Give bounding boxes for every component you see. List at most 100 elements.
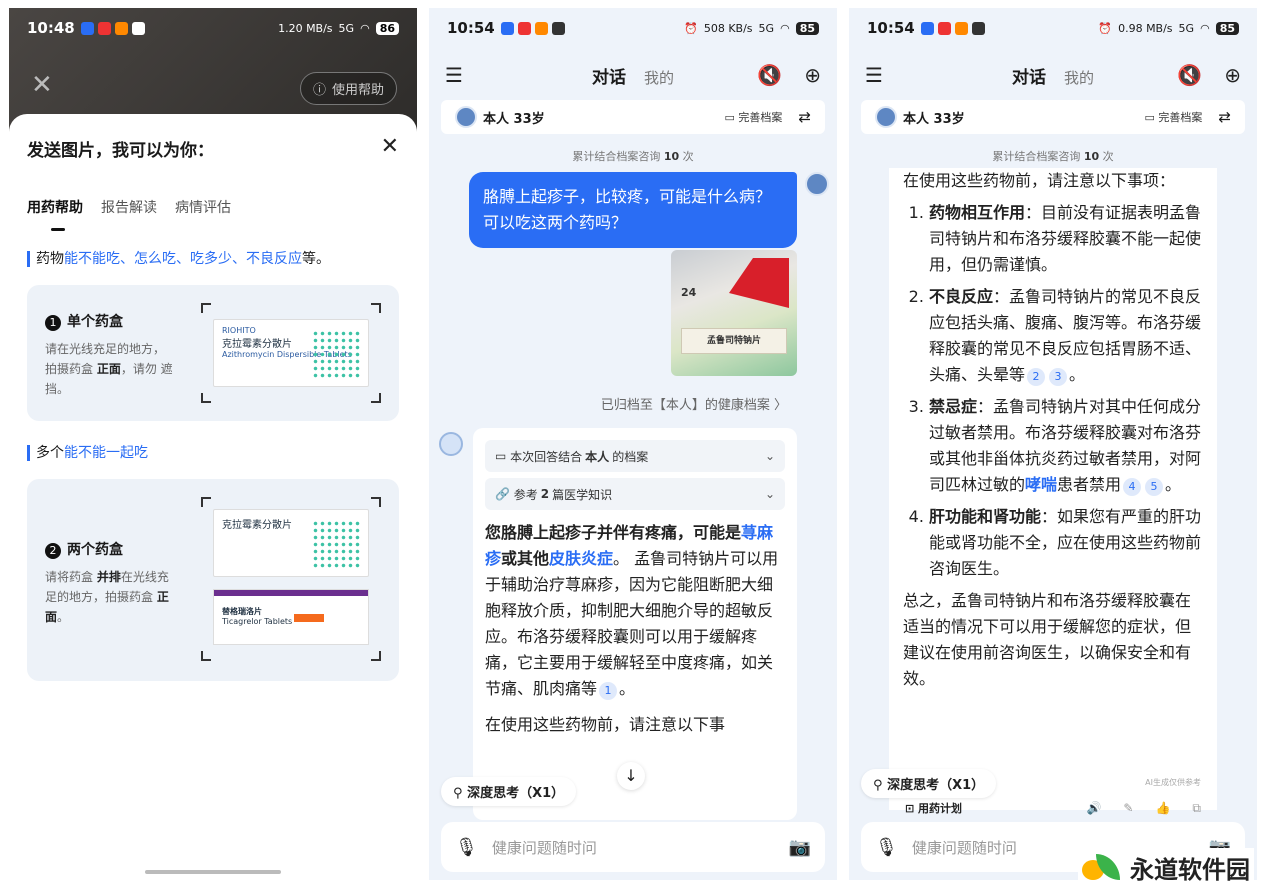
- user-avatar: [805, 172, 829, 196]
- tab-condition[interactable]: 病情评估: [175, 197, 231, 217]
- complete-profile-button[interactable]: ▭ 完善档案: [725, 109, 783, 125]
- scroll-down-button[interactable]: ↓: [617, 762, 645, 790]
- citation[interactable]: 5: [1145, 478, 1164, 496]
- edit-icon[interactable]: ✎: [1123, 801, 1133, 816]
- list-item: 药物相互作用：目前没有证据表明孟鲁司特钠片和布洛芬缓释胶囊不能一起使用，但仍需谨…: [929, 200, 1203, 278]
- answer-text: 您胳膊上起疹子并伴有疼痛，可能是荨麻疹或其他皮肤炎症。 孟鲁司特钠片可以用于辅助…: [485, 523, 779, 700]
- chevron-down-icon: ⌄: [764, 487, 775, 501]
- wifi-icon: ◠: [360, 21, 370, 35]
- status-bar: 10:48 1.20 MB/s 5G ◠ 86: [9, 8, 417, 48]
- scan-frame: RIOHITO 克拉霉素分散片 Azithromycin Dispersible…: [201, 303, 381, 403]
- answer-lead: 在使用这些药物前，请注意以下事项：: [903, 171, 1176, 190]
- precaution-list: 药物相互作用：目前没有证据表明孟鲁司特钠片和布洛芬缓释胶囊不能一起使用，但仍需谨…: [903, 200, 1203, 582]
- tab-chat[interactable]: 对话: [1012, 63, 1046, 88]
- tab-mine[interactable]: 我的: [644, 67, 674, 88]
- link-icon: 🔗: [495, 487, 514, 501]
- close-icon[interactable]: ✕: [381, 134, 399, 159]
- scan-frame: 克拉霉素分散片 替格瑞洛片 Ticagrelor Tablets: [201, 497, 381, 661]
- knowledge-reference[interactable]: 🔗 参考 2 篇医学知识 ⌄: [485, 478, 785, 510]
- status-net: 1.20 MB/s: [278, 21, 333, 35]
- single-box-card: 1 单个药盒 请在光线充足的地方，拍摄药盒 正面，请勿 遮挡。 RIOHITO 克…: [27, 285, 399, 421]
- profile-bar[interactable]: 本人 33岁 ▭ 完善档案 ⇄: [861, 100, 1245, 134]
- medication-plan-button[interactable]: ⊡ 用药计划: [905, 800, 962, 816]
- medicine-box-sample: RIOHITO 克拉霉素分散片 Azithromycin Dispersible…: [213, 319, 369, 387]
- consult-count: 累计结合档案咨询 10 次: [992, 150, 1114, 163]
- chat-screen-top: 10:54 ⏰ 508 KB/s 5G ◠ 85 ☰ 对话 我的 🔇 ⊕ 本人 33岁 ▭ …: [429, 8, 837, 880]
- list-item: 不良反应：孟鲁司特钠片的常见不良反应包括头痛、腹痛、腹泻等。布洛芬缓释胶囊的常见…: [929, 284, 1203, 388]
- profile-bar[interactable]: 本人 33岁 ▭ 完善档案 ⇄: [441, 100, 825, 134]
- thumbs-up-icon[interactable]: 👍: [1155, 801, 1170, 816]
- archived-link[interactable]: 已归档至【本人】的健康档案 〉: [601, 394, 787, 413]
- avatar: [455, 106, 477, 128]
- deep-think-button[interactable]: ⚲ 深度思考（X1）: [441, 777, 577, 806]
- chevron-down-icon: ⌄: [764, 449, 775, 463]
- mic-icon[interactable]: 🎙: [455, 837, 478, 858]
- tab-report[interactable]: 报告解读: [101, 197, 157, 217]
- camera-icon[interactable]: 📷: [789, 837, 811, 858]
- new-chat-icon[interactable]: ⊕: [804, 63, 821, 87]
- question-input[interactable]: 🎙 健康问题随时问 📷: [441, 822, 825, 872]
- status-bar: 10:54 ⏰ 508 KB/s 5G ◠ 85: [429, 8, 837, 48]
- assistant-answer: ▭ 本次回答结合 本人 的档案 ⌄ 🔗 参考 2 篇医学知识 ⌄ 您胳膊上起疹子并伴…: [473, 428, 797, 820]
- answer-actions: 🔊 ✎ 👍 ⧉: [1086, 801, 1201, 816]
- section-intro: 药物能不能吃、怎么吃、吃多少、不良反应等。: [27, 251, 399, 267]
- assistant-avatar: [439, 432, 463, 456]
- citation[interactable]: 1: [599, 682, 618, 700]
- alarm-icon: ⏰: [1098, 21, 1113, 35]
- ai-disclaimer: AI生成仅供参考: [1145, 778, 1201, 787]
- home-indicator: [145, 870, 281, 874]
- section-combination: 多个能不能一起吃: [27, 445, 399, 461]
- profile-reference[interactable]: ▭ 本次回答结合 本人 的档案 ⌄: [485, 440, 785, 472]
- site-watermark: 永道软件园: [1078, 848, 1254, 887]
- speaker-icon[interactable]: 🔊: [1086, 801, 1101, 816]
- new-chat-icon[interactable]: ⊕: [1224, 63, 1241, 87]
- sheet-title: 发送图片，我可以为你：: [27, 141, 214, 161]
- deep-think-button[interactable]: ⚲ 深度思考（X1）: [861, 769, 997, 798]
- two-box-card: 2 两个药盒 请将药盒 并排在光线充足的地方，拍摄药盒 正面。 克拉霉素分散片 替…: [27, 479, 399, 681]
- assistant-answer: 在使用这些药物前，请注意以下事项： 药物相互作用：目前没有证据表明孟鲁司特钠片和…: [889, 168, 1217, 810]
- list-item: 禁忌症：孟鲁司特钠片对其中任何成分过敏者禁用。布洛芬缓释胶囊对布洛芬或其他非甾体…: [929, 394, 1203, 498]
- medicine-box-sample-2: 替格瑞洛片 Ticagrelor Tablets: [213, 589, 369, 645]
- term-link[interactable]: 哮喘: [1025, 475, 1057, 494]
- switch-profile-icon[interactable]: ⇄: [798, 108, 811, 126]
- user-message: 胳膊上起疹子，比较疼，可能是什么病？可以吃这两个药吗？: [469, 172, 797, 248]
- mute-icon[interactable]: 🔇: [1177, 63, 1202, 87]
- term-link[interactable]: 皮肤炎症: [549, 549, 613, 568]
- status-time: 10:48: [27, 19, 75, 37]
- mute-icon[interactable]: 🔇: [757, 63, 782, 87]
- list-item: 肝功能和肾功能：如果您有严重的肝功能或肾功能不全，应在使用这些药物前咨询医生。: [929, 504, 1203, 582]
- wifi-icon: ◠: [780, 21, 790, 35]
- tab-medication[interactable]: 用药帮助: [27, 197, 83, 231]
- chat-screen-scrolled: 10:54 ⏰ 0.98 MB/s 5G ◠ 85 ☰ 对话 我的 🔇 ⊕ 本人 33岁 ▭…: [849, 8, 1257, 880]
- consult-count: 累计结合档案咨询 10 次: [572, 150, 694, 163]
- site-logo-icon: [1082, 853, 1122, 882]
- chat-header: ☰ 对话 我的 🔇 ⊕: [429, 48, 837, 102]
- alarm-icon: ⏰: [684, 21, 698, 35]
- menu-icon[interactable]: ☰: [865, 63, 883, 87]
- wifi-icon: ◠: [1200, 21, 1210, 35]
- answer-summary: 总之，孟鲁司特钠片和布洛芬缓释胶囊在适当的情况下可以用于缓解您的症状，但建议在使…: [903, 591, 1192, 688]
- citation[interactable]: 3: [1049, 368, 1068, 386]
- tab-mine[interactable]: 我的: [1064, 67, 1094, 88]
- mic-icon[interactable]: 🎙: [875, 837, 898, 858]
- battery-level: 86: [375, 21, 399, 35]
- copy-icon[interactable]: ⧉: [1192, 801, 1201, 816]
- tab-chat[interactable]: 对话: [592, 63, 626, 88]
- help-button[interactable]: ⓘ 使用帮助: [299, 72, 397, 105]
- chat-header: ☰ 对话 我的 🔇 ⊕: [849, 48, 1257, 102]
- close-camera-icon[interactable]: ✕: [31, 70, 53, 100]
- menu-icon[interactable]: ☰: [445, 63, 463, 87]
- help-sheet: 发送图片，我可以为你： ✕ 用药帮助 报告解读 病情评估 药物能不能吃、怎么吃、…: [9, 114, 417, 880]
- help-guide-screen: 10:48 1.20 MB/s 5G ◠ 86 ✕ ⓘ 使用帮助 发送图片，我可以为你：…: [9, 8, 417, 880]
- help-tabs: 用药帮助 报告解读 病情评估: [27, 197, 399, 231]
- user-photo[interactable]: 24 孟鲁司特钠片: [671, 250, 797, 376]
- question-icon: ⓘ: [312, 83, 326, 98]
- citation[interactable]: 4: [1123, 478, 1142, 496]
- citation[interactable]: 2: [1027, 368, 1046, 386]
- profile-name: 本人 33岁: [483, 111, 545, 127]
- complete-profile-button[interactable]: ▭ 完善档案: [1145, 109, 1203, 125]
- avatar: [875, 106, 897, 128]
- switch-profile-icon[interactable]: ⇄: [1218, 108, 1231, 126]
- status-bar: 10:54 ⏰ 0.98 MB/s 5G ◠ 85: [849, 8, 1257, 48]
- card-description: 请在光线充足的地方，拍摄药盒 正面，请勿 遮挡。: [45, 342, 173, 396]
